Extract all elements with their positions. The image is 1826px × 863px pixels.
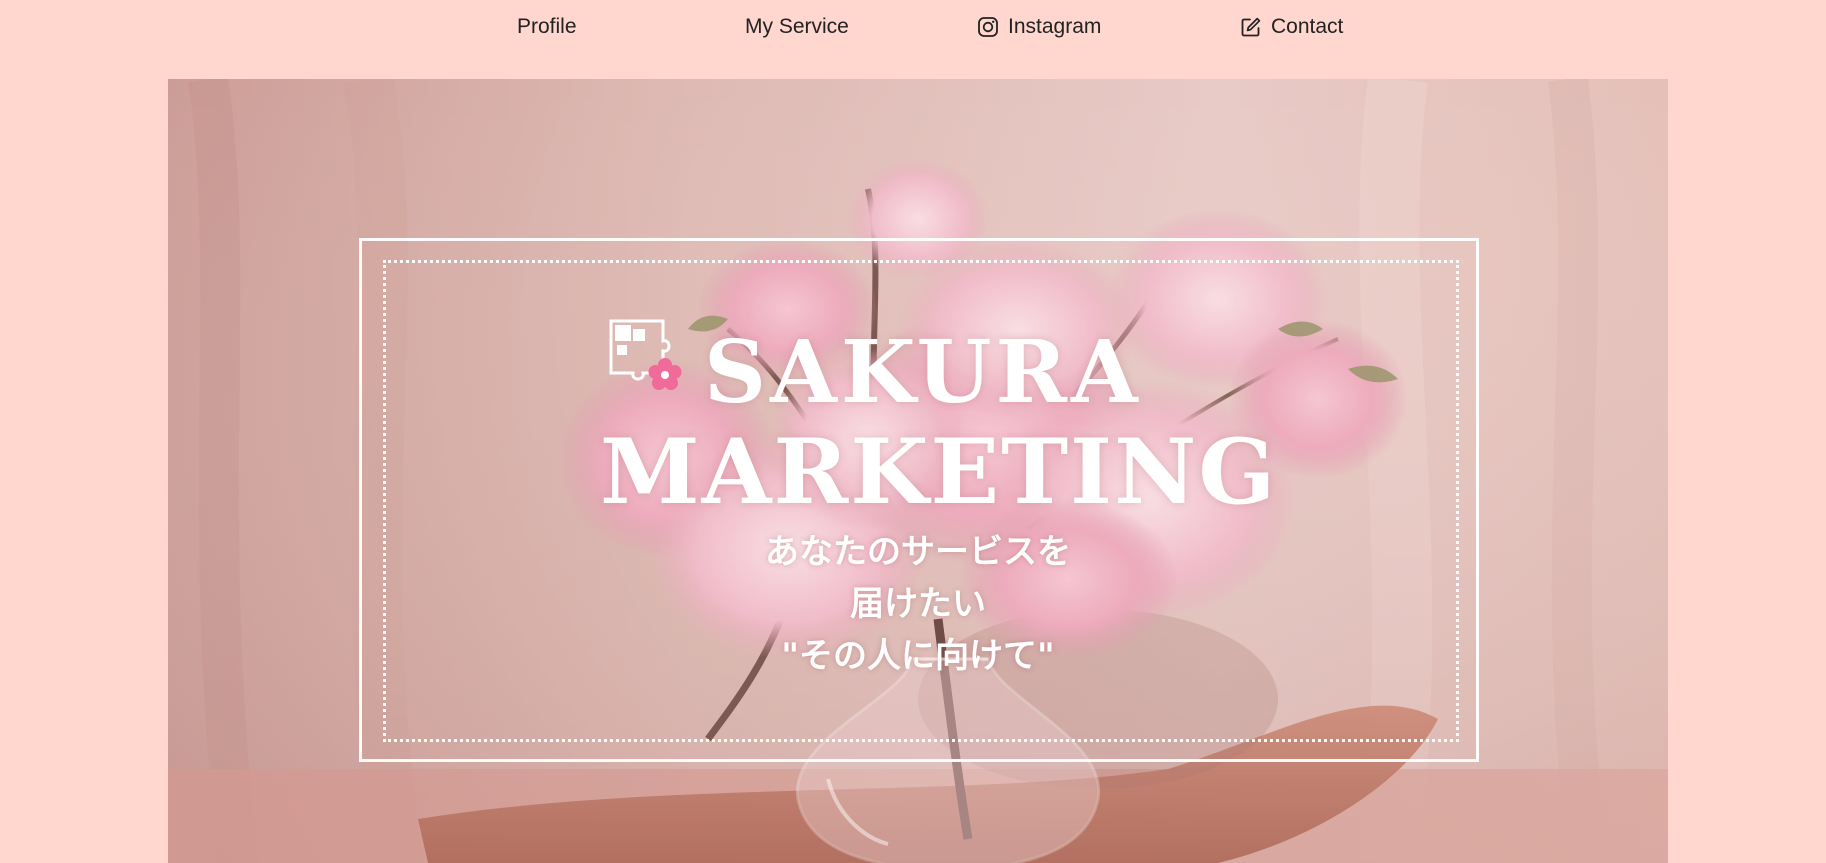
top-navigation: Profile My Service Instagram Contact <box>0 0 1826 56</box>
nav-link-my-service-label: My Service <box>745 15 849 38</box>
brand-title-line2: MARKETING <box>600 419 1278 525</box>
tagline-line1: あなたのサービスを <box>765 532 1071 572</box>
nav-link-profile[interactable]: Profile <box>517 13 577 41</box>
hero-banner: SAKURA MARKETING あなたのサービスを 届けたい "その人に向けて… <box>168 79 1668 863</box>
hero-tagline: あなたのサービスを 届けたい "その人に向けて" <box>668 526 1168 682</box>
nav-link-contact-label: Contact <box>1271 15 1344 38</box>
instagram-icon <box>977 16 999 38</box>
nav-link-instagram[interactable]: Instagram <box>977 13 1101 41</box>
nav-link-instagram-label: Instagram <box>1008 15 1102 38</box>
puzzle-sakura-logo-icon <box>605 315 689 399</box>
edit-icon <box>1240 16 1262 38</box>
nav-link-contact[interactable]: Contact <box>1240 13 1343 41</box>
tagline-line2: 届けたい <box>850 584 986 624</box>
brand-title-line1: SAKURA <box>704 322 1142 423</box>
tagline-line3: "その人に向けて" <box>781 636 1055 676</box>
nav-link-my-service[interactable]: My Service <box>745 13 849 41</box>
nav-link-profile-label: Profile <box>517 15 577 38</box>
